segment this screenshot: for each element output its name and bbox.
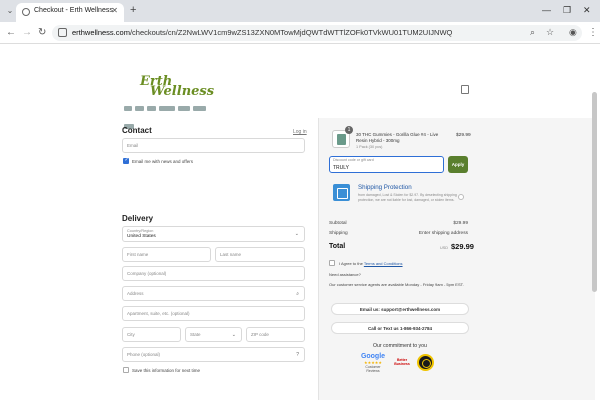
subtotal-value: $29.99 bbox=[453, 221, 468, 226]
address-field[interactable]: Address ⌕ bbox=[122, 286, 305, 301]
bbb-badge: Better Business bbox=[394, 358, 410, 366]
product-price: $29.99 bbox=[456, 133, 471, 138]
close-window-icon[interactable]: ✕ bbox=[583, 5, 591, 16]
total-currency: USD bbox=[440, 246, 449, 250]
tab-search-icon[interactable]: ⌄ bbox=[4, 5, 16, 17]
press-logos-strip bbox=[124, 98, 218, 129]
shipping-value: Enter shipping address bbox=[418, 231, 468, 236]
delivery-heading: Delivery bbox=[122, 214, 154, 223]
contact-heading: Contact bbox=[122, 126, 152, 135]
security-seal-icon bbox=[417, 354, 434, 371]
url-text: erthwellness.com/checkouts/cn/Z2NwLWV1cm… bbox=[72, 28, 453, 37]
search-icon: ⌕ bbox=[296, 291, 299, 297]
shipping-label: Shipping bbox=[329, 231, 348, 236]
product-name: 30 THC Gummies - Gorilla Glue #4 - Live … bbox=[356, 132, 439, 143]
chevron-down-icon: ⌄ bbox=[294, 231, 299, 237]
close-tab-icon[interactable]: ✕ bbox=[111, 6, 118, 15]
bookmark-star-icon[interactable]: ☆ bbox=[546, 27, 554, 38]
profile-icon[interactable]: ◉ bbox=[569, 27, 577, 38]
site-info-icon[interactable] bbox=[58, 28, 67, 37]
commitment-heading: Our commitment to you bbox=[373, 343, 427, 349]
apartment-field[interactable]: Apartment, suite, etc. (optional) bbox=[122, 306, 305, 321]
discount-code-input[interactable]: Discount code or gift card TRULY bbox=[329, 156, 444, 173]
browser-tab-strip: ⌄ Checkout - Erth Wellness ✕ + — ❐ ✕ bbox=[0, 0, 600, 22]
checkout-page: Erth Wellness Contact Log in Email Email… bbox=[0, 44, 600, 400]
browser-tab[interactable]: Checkout - Erth Wellness ✕ bbox=[16, 3, 124, 22]
country-select[interactable]: Country/Region United States ⌄ bbox=[122, 226, 305, 242]
quantity-badge: 1 bbox=[345, 126, 353, 134]
shipping-protection-desc: from damaged, Lost & Stolen for $2.97. B… bbox=[358, 193, 457, 202]
shipping-protection-icon bbox=[333, 184, 350, 201]
address-bar[interactable]: erthwellness.com/checkouts/cn/Z2NwLWV1cm… bbox=[52, 25, 582, 41]
city-field[interactable]: City bbox=[122, 327, 181, 342]
email-field[interactable]: Email bbox=[122, 138, 305, 153]
first-name-field[interactable]: First name bbox=[122, 247, 211, 262]
need-assistance-label: Need assistance? bbox=[329, 272, 361, 277]
apply-button[interactable]: Apply bbox=[448, 156, 468, 173]
text-support-button[interactable]: Call or Text us 1-866-934-2784 bbox=[331, 322, 469, 334]
state-select[interactable]: State ⌄ bbox=[185, 327, 242, 342]
chevron-down-icon: ⌄ bbox=[231, 332, 236, 338]
minimize-icon[interactable]: — bbox=[542, 5, 551, 15]
help-icon[interactable]: ? bbox=[296, 352, 299, 358]
page-scrollbar[interactable] bbox=[592, 92, 597, 292]
save-info-label: Save this information for next time bbox=[132, 368, 201, 373]
offers-label: Email me with news and offers bbox=[132, 159, 193, 164]
total-label: Total bbox=[329, 243, 346, 250]
browser-toolbar: ← → ↻ erthwellness.com/checkouts/cn/Z2Nw… bbox=[0, 22, 600, 44]
restore-icon[interactable]: ❐ bbox=[563, 5, 571, 16]
forward-icon[interactable]: → bbox=[22, 27, 32, 38]
login-link[interactable]: Log in bbox=[293, 129, 307, 135]
brand-logo[interactable]: Erth Wellness bbox=[140, 74, 214, 99]
last-name-field[interactable]: Last name bbox=[215, 247, 305, 262]
google-reviews-badge: Google ★★★★★ Customer Reviews bbox=[360, 353, 386, 373]
shipping-protection-title: Shipping Protection bbox=[358, 184, 412, 191]
product-variant: 1 Pack (30 pcs) bbox=[356, 145, 383, 149]
back-icon[interactable]: ← bbox=[6, 27, 16, 38]
subtotal-label: Subtotal bbox=[329, 221, 347, 226]
new-tab-icon[interactable]: + bbox=[130, 4, 136, 16]
tab-title: Checkout - Erth Wellness bbox=[34, 7, 113, 14]
browser-menu-icon[interactable]: ⋮ bbox=[588, 27, 598, 38]
phone-field[interactable]: Phone (optional) ? bbox=[122, 347, 305, 362]
site-favicon-icon bbox=[22, 8, 30, 16]
offers-checkbox[interactable] bbox=[123, 157, 129, 164]
zip-field[interactable]: ZIP code bbox=[246, 327, 305, 342]
hours-text: Our customer service agents are availabl… bbox=[329, 282, 464, 287]
reload-icon[interactable]: ↻ bbox=[38, 27, 46, 38]
shipping-protection-toggle[interactable] bbox=[458, 194, 464, 200]
company-field[interactable]: Company (optional) bbox=[122, 266, 305, 281]
terms-link[interactable]: Terms and Conditions bbox=[364, 261, 403, 266]
terms-checkbox[interactable] bbox=[329, 260, 335, 266]
email-support-button[interactable]: Email us: support@erthwellness.com bbox=[331, 303, 469, 315]
zoom-icon[interactable]: ⌕ bbox=[530, 27, 535, 38]
save-info-checkbox[interactable] bbox=[123, 367, 129, 373]
terms-label: I Agree to the Terms and Conditions bbox=[339, 261, 403, 266]
total-value: $29.99 bbox=[451, 242, 474, 251]
cart-bag-icon[interactable] bbox=[461, 85, 469, 94]
